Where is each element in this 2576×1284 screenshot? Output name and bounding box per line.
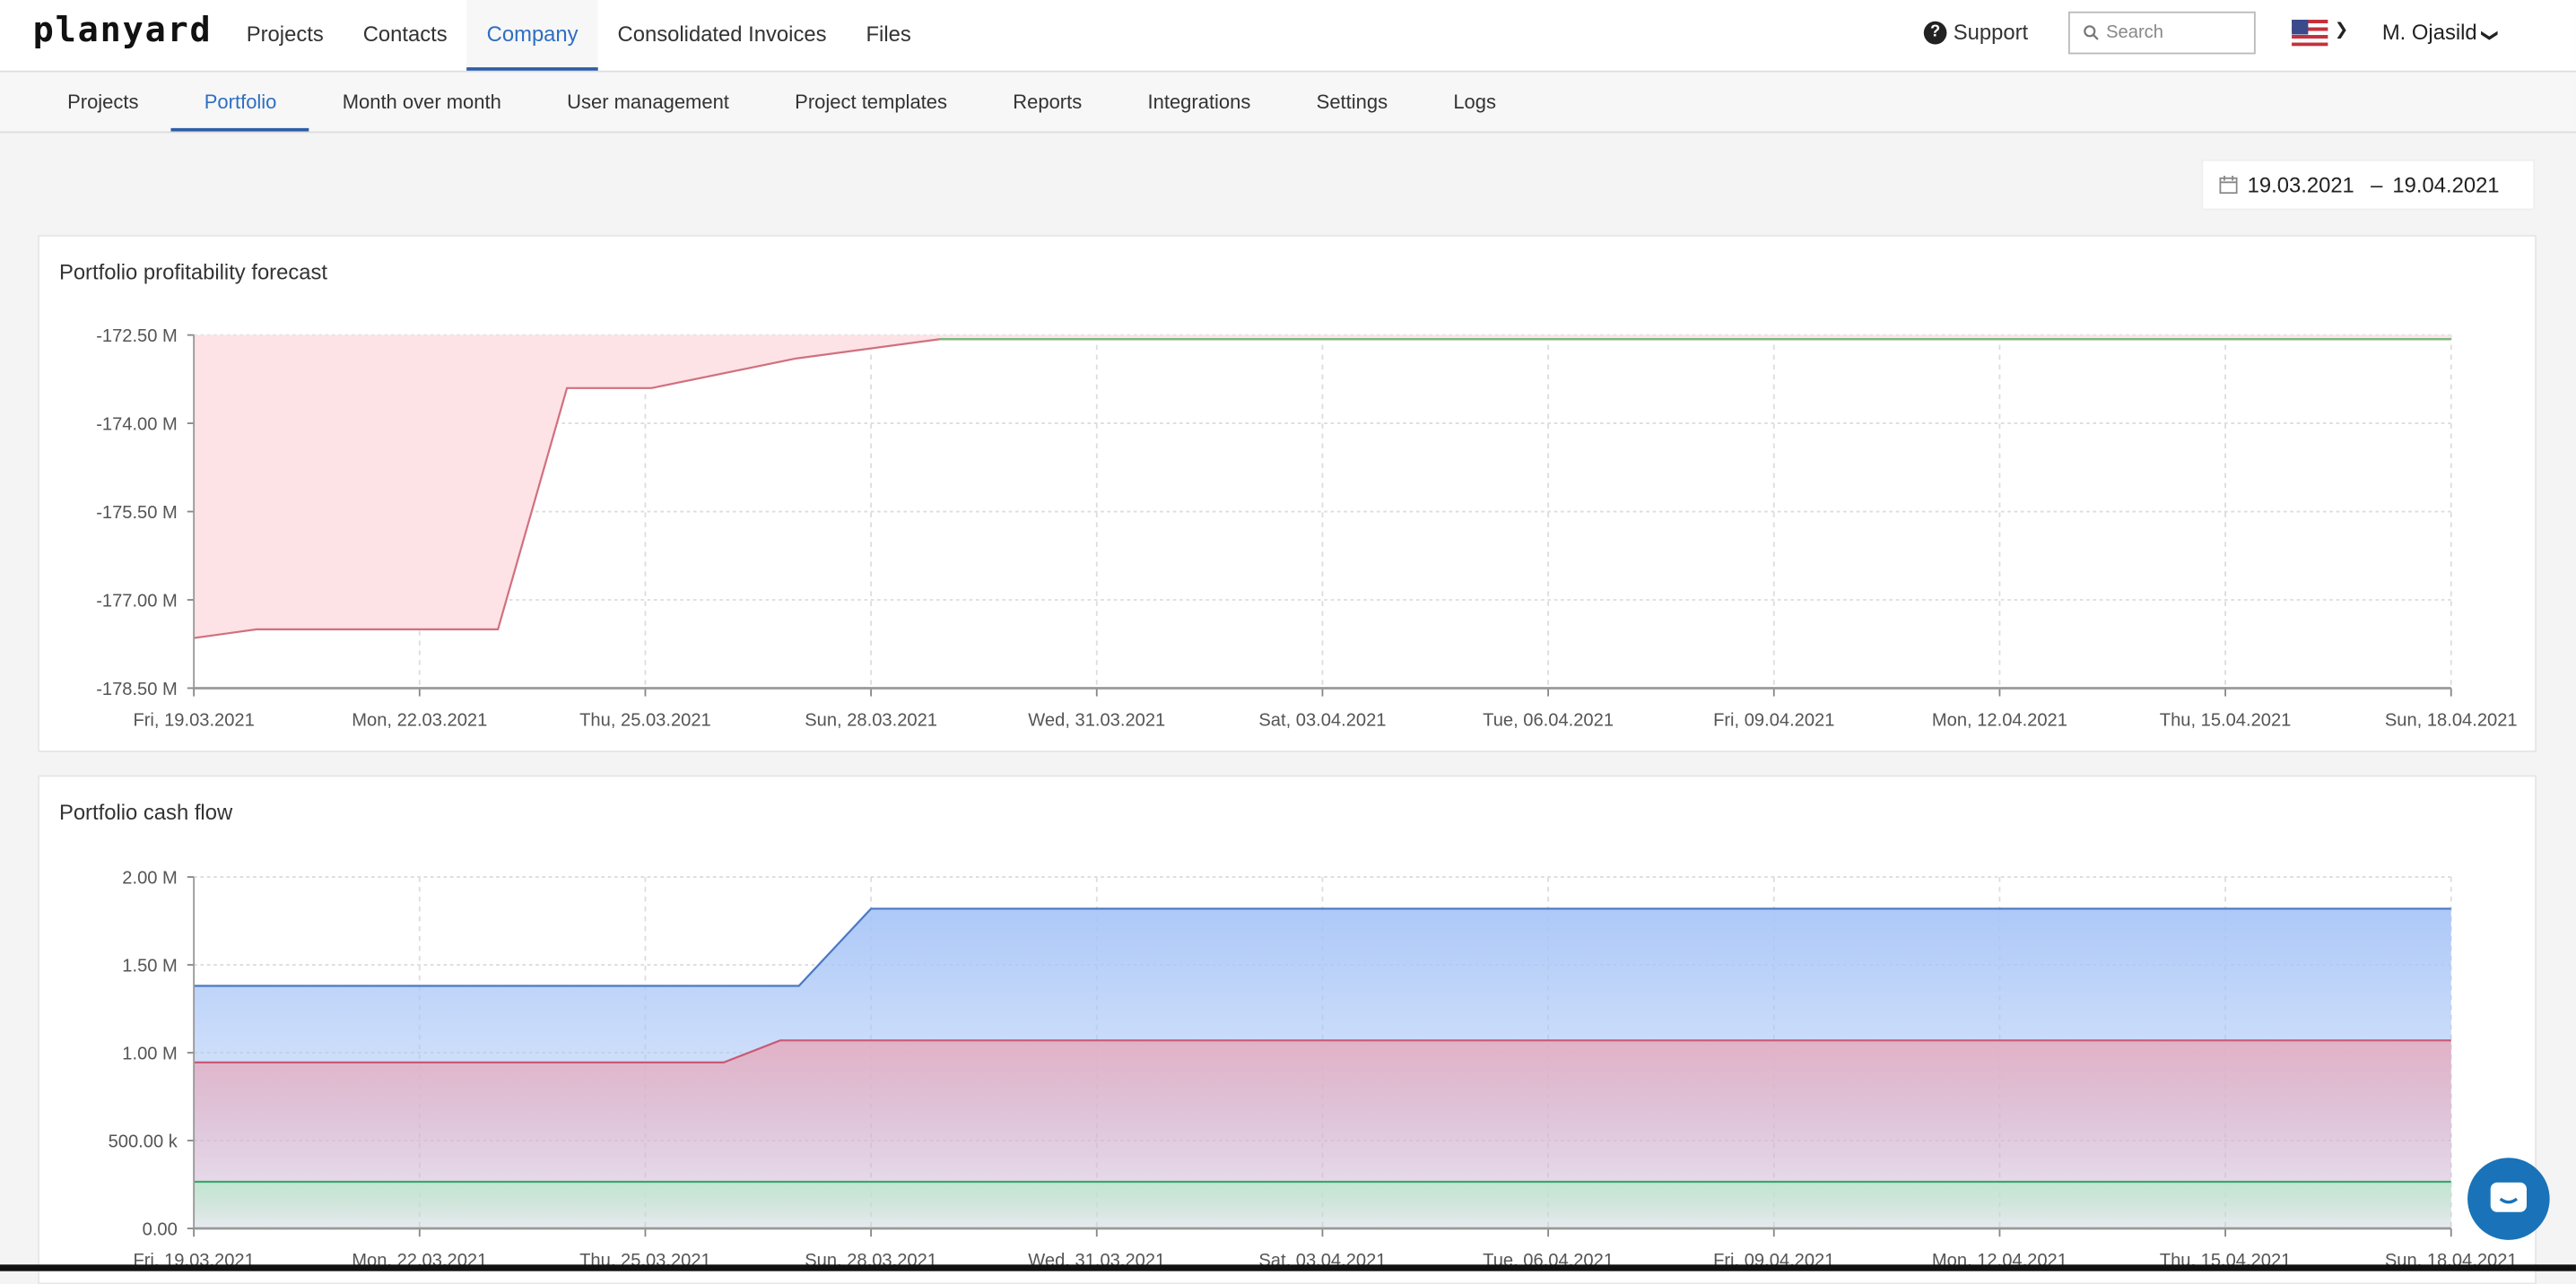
y-tick-label: 500.00 k [109, 1132, 178, 1151]
cash-flow-chart: 2.00 M1.50 M1.00 M500.00 k0.00Fri, 19.03… [109, 868, 2518, 1269]
app: planyard Projects Contacts Company Conso… [0, 0, 2576, 1284]
series-area [194, 1182, 2451, 1229]
chat-icon [2490, 1182, 2528, 1212]
chat-button[interactable] [2467, 1158, 2550, 1240]
y-tick-label: 0.00 [143, 1219, 178, 1239]
screen-edge [0, 1264, 2576, 1271]
y-tick-label: 1.50 M [122, 956, 178, 976]
y-tick-label: 1.00 M [122, 1044, 178, 1063]
y-tick-label: 2.00 M [122, 868, 178, 888]
